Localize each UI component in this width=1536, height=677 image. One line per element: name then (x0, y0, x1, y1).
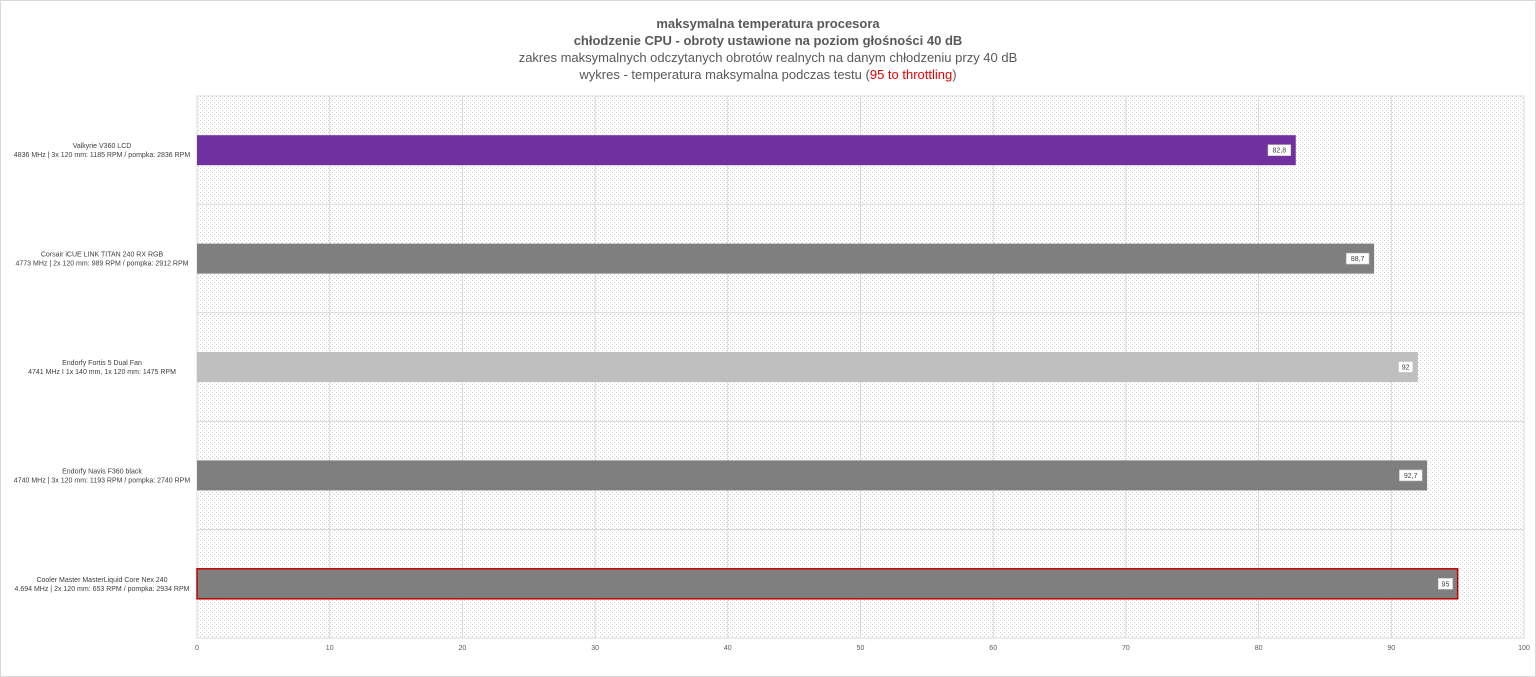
bar-chart: 82,8 Valkyrie V360 LCD 4836 MHz | 3x 120 m… (14, 95, 1530, 652)
x-tick-label: 100 (1518, 645, 1530, 652)
x-tick-label: 50 (857, 645, 865, 652)
value-label: 88,7 (1351, 256, 1365, 263)
value-label: 92 (1402, 365, 1410, 372)
x-tick-label: 30 (591, 645, 599, 652)
category-label: Endorfy Fortis 5 Dual Fan (62, 360, 142, 367)
x-tick-label: 0 (195, 645, 199, 652)
x-tick-label: 90 (1387, 645, 1395, 652)
category-label: Valkyrie V360 LCD (73, 143, 132, 150)
x-tick-label: 10 (326, 645, 334, 652)
bar (197, 460, 1428, 491)
x-tick-label: 40 (724, 645, 732, 652)
category-detail-label: 4741 MHz I 1x 140 mm, 1x 120 mm: 1475 RP… (28, 369, 176, 376)
category-label: Cooler Master MasterLiquid Core Nex 240 (36, 577, 167, 584)
bar (196, 568, 1459, 600)
value-label: 92,7 (1404, 473, 1418, 480)
bar (197, 135, 1296, 166)
value-label: 82,8 (1273, 148, 1287, 155)
x-tick-label: 70 (1122, 645, 1130, 652)
category-detail-label: 4740 MHz | 3x 120 mm: 1193 RPM / pompka:… (14, 477, 191, 484)
x-tick-label: 60 (989, 645, 997, 652)
category-detail-label: 4.694 MHz | 2x 120 mm: 653 RPM / pompka:… (15, 586, 190, 593)
value-label: 95 (1442, 581, 1450, 588)
x-tick-label: 20 (459, 645, 467, 652)
category-detail-label: 4836 MHz | 3x 120 mm: 1185 RPM / pompka:… (14, 152, 191, 159)
category-detail-label: 4773 MHz | 2x 120 mm: 989 RPM / pompka: … (15, 261, 188, 268)
bar (197, 243, 1375, 274)
category-label: Endorfy Navis F360 black (62, 468, 142, 475)
category-label: Corsair iCUE LINK TITAN 240 RX RGB (41, 252, 164, 259)
bar (197, 352, 1418, 382)
x-tick-label: 80 (1255, 645, 1263, 652)
